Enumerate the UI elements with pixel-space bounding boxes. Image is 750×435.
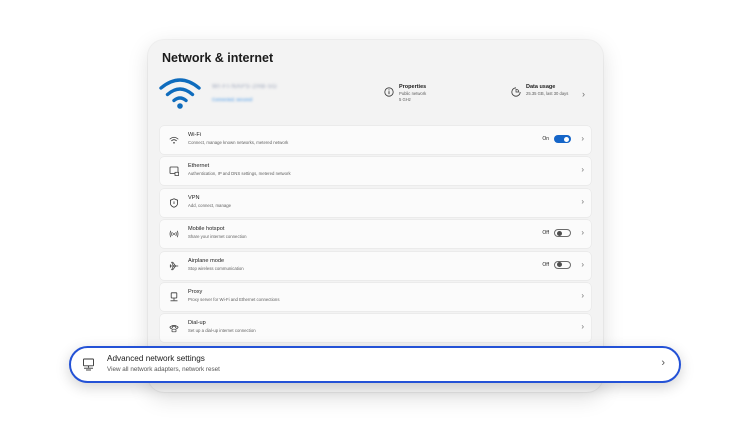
row-subtitle: Add, connect, manage <box>188 202 231 208</box>
chevron-right-icon: › <box>581 165 584 175</box>
row-subtitle: Authentication, IP and DNS settings, met… <box>188 171 291 177</box>
row-subtitle: Proxy server for Wi-Fi and Ethernet conn… <box>188 296 280 302</box>
row-title: Dial-up <box>188 320 206 327</box>
airplane-toggle-label: Off <box>542 261 549 268</box>
toggle-knob <box>556 262 562 268</box>
hotspot-toggle-label: Off <box>542 230 549 237</box>
page-title: Network & internet <box>162 51 274 65</box>
wifi-icon <box>169 136 179 144</box>
network-computer-icon <box>83 358 94 371</box>
hotspot-toggle[interactable] <box>554 229 571 238</box>
dial-up-icon <box>169 325 179 333</box>
chevron-right-icon: › <box>581 196 584 206</box>
wifi-toggle-label: On <box>542 136 549 142</box>
properties-band: 5 GHz <box>399 96 411 102</box>
mobile-hotspot-icon <box>169 230 179 238</box>
airplane-toggle[interactable] <box>554 260 571 269</box>
network-name: WI-FI-NAPS-2HB-5G <box>212 84 278 90</box>
airplane-icon <box>169 261 179 270</box>
row-mobile-hotspot[interactable]: Mobile hotspot Share your internet conne… <box>160 220 591 249</box>
row-proxy[interactable]: Proxy Proxy server for Wi-Fi and Etherne… <box>160 282 591 311</box>
network-settings-list: Wi-Fi Connect, manage known networks, me… <box>160 126 591 346</box>
settings-window: Network & internet WI-FI-NAPS-2HB-5G Con… <box>148 40 603 392</box>
row-title: Proxy <box>188 288 203 295</box>
row-vpn[interactable]: VPN Add, connect, manage › <box>160 188 591 217</box>
row-title: Mobile hotspot <box>188 226 225 233</box>
chevron-right-icon: › <box>661 357 665 369</box>
chevron-right-icon: › <box>581 134 584 143</box>
row-subtitle: Stop wireless communication <box>188 265 244 271</box>
data-usage-title: Data usage <box>526 84 556 90</box>
row-wifi[interactable]: Wi-Fi Connect, manage known networks, me… <box>160 126 591 154</box>
data-usage-link[interactable]: Data usage 25.35 GB, last 30 days <box>511 84 568 97</box>
properties-link[interactable]: Properties Public network 5 GHz <box>384 84 426 103</box>
network-status: Connected, secured <box>212 97 253 102</box>
proxy-icon <box>170 292 178 302</box>
advanced-network-settings-row[interactable]: Advanced network settings View all netwo… <box>69 346 681 383</box>
row-title: Airplane mode <box>188 257 225 264</box>
toggle-knob <box>556 230 562 236</box>
wifi-toggle[interactable] <box>554 135 571 143</box>
chevron-right-icon: › <box>581 259 584 269</box>
vpn-shield-icon <box>170 198 178 208</box>
chevron-right-icon: › <box>581 228 584 238</box>
properties-network-type: Public network <box>399 91 427 96</box>
row-subtitle: Share your internet connection <box>188 234 247 240</box>
advanced-settings-subtitle: View all network adapters, network reset <box>107 366 220 373</box>
data-usage-amount: 25.35 GB, last 30 days <box>526 91 569 96</box>
row-title: VPN <box>188 194 200 201</box>
chevron-right-icon: › <box>581 322 584 332</box>
row-airplane-mode[interactable]: Airplane mode Stop wireless communicatio… <box>160 251 591 280</box>
row-dial-up[interactable]: Dial-up Set up a dial-up internet connec… <box>160 314 591 343</box>
data-usage-chevron-icon[interactable]: › <box>582 89 585 99</box>
row-subtitle: Set up a dial-up internet connection <box>188 328 256 334</box>
toggle-knob <box>564 136 569 142</box>
properties-title: Properties <box>399 84 427 90</box>
data-usage-icon <box>511 87 521 97</box>
row-ethernet[interactable]: Ethernet Authentication, IP and DNS sett… <box>160 157 591 186</box>
info-icon <box>384 87 394 97</box>
chevron-right-icon: › <box>581 290 584 300</box>
row-title: Ethernet <box>188 163 210 170</box>
advanced-settings-title: Advanced network settings <box>107 354 205 363</box>
wifi-large-icon <box>159 78 201 109</box>
row-subtitle: Connect, manage known networks, metered … <box>188 140 289 145</box>
ethernet-icon <box>169 166 179 177</box>
row-title: Wi-Fi <box>188 132 202 138</box>
